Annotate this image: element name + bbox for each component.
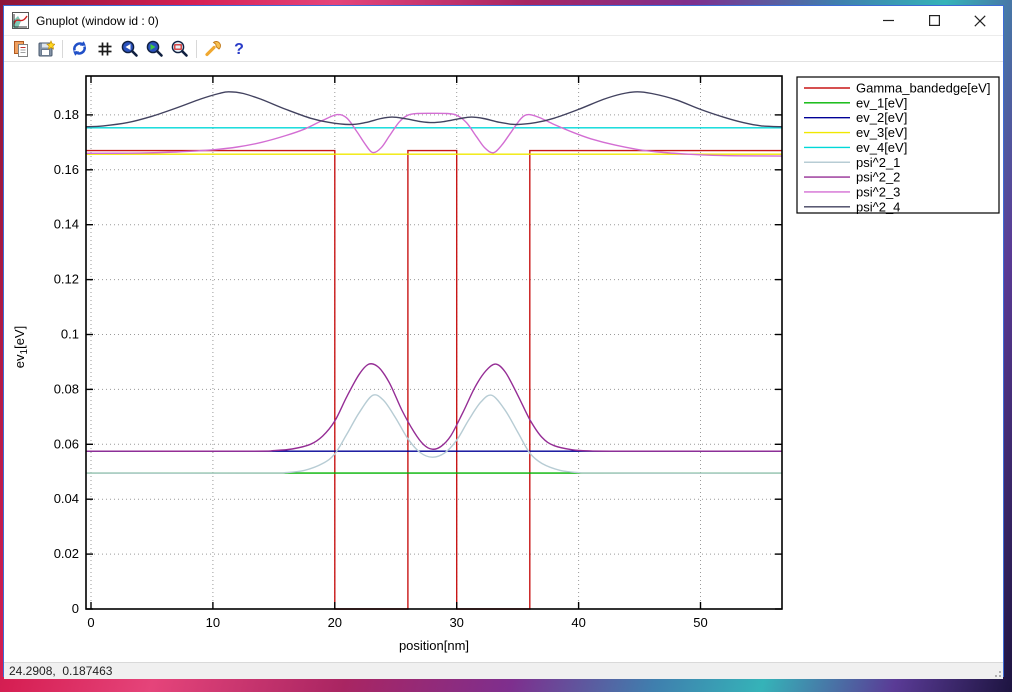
series-psi^2_1 <box>86 395 782 473</box>
zoom-next-button[interactable] <box>143 37 166 60</box>
toolbar: ? <box>4 35 1003 62</box>
minimize-icon <box>883 15 894 26</box>
settings-icon <box>204 39 223 58</box>
plot-tick-labels: 0 10 20 30 40 50 0 0.02 0.04 0.06 0.08 0.1 0.12 0.14 0… <box>54 107 708 630</box>
replot-button[interactable] <box>68 37 91 60</box>
help-icon: ? <box>230 40 248 58</box>
legend-label-Gamma_bandedge: Gamma_bandedge[eV] <box>856 81 990 96</box>
y-tick-label: 0.14 <box>54 217 79 232</box>
legend-label-ev_3: ev_3[eV] <box>856 125 907 140</box>
legend-label-psi^2_3: psi^2_3 <box>856 184 900 199</box>
x-tick-label: 10 <box>206 615 220 630</box>
toolbar-separator <box>62 40 63 58</box>
plot-gridlines <box>86 76 782 609</box>
zoom-previous-icon <box>120 39 139 58</box>
zoom-previous-button[interactable] <box>118 37 141 60</box>
toolbar-separator <box>196 40 197 58</box>
x-tick-label: 30 <box>449 615 463 630</box>
close-button[interactable] <box>957 6 1003 35</box>
resize-grip[interactable] <box>991 667 1001 677</box>
legend-label-psi^2_2: psi^2_2 <box>856 170 900 185</box>
gnuplot-window: Gnuplot (window id : 0) <box>3 5 1004 677</box>
save-button[interactable] <box>34 37 57 60</box>
close-icon <box>974 15 986 27</box>
legend-label-psi^2_1: psi^2_1 <box>856 155 900 170</box>
unzoom-button[interactable] <box>168 37 191 60</box>
statusbar: 24.2908, 0.187463 <box>4 662 1003 679</box>
save-icon <box>37 40 55 58</box>
copy-button[interactable] <box>9 37 32 60</box>
mouse-coordinates: 24.2908, 0.187463 <box>9 664 112 678</box>
svg-text:?: ? <box>234 41 244 58</box>
legend: Gamma_bandedge[eV]ev_1[eV]ev_2[eV]ev_3[e… <box>797 77 999 214</box>
plot-frame <box>86 76 782 609</box>
legend-label-ev_1: ev_1[eV] <box>856 95 907 110</box>
y-tick-label: 0.1 <box>61 327 79 342</box>
x-axis-label: position[nm] <box>399 638 469 653</box>
y-tick-label: 0.04 <box>54 491 79 506</box>
replot-icon <box>70 39 89 58</box>
series-psi^2_4 <box>86 92 782 127</box>
x-tick-label: 0 <box>87 615 94 630</box>
y-tick-label: 0.02 <box>54 546 79 561</box>
y-tick-label: 0 <box>72 601 79 616</box>
plot-canvas[interactable]: 0 10 20 30 40 50 0 0.02 0.04 0.06 0.08 0.1 0.12 0.14 0… <box>4 62 1003 662</box>
copy-icon <box>12 40 30 58</box>
help-button[interactable]: ? <box>227 37 250 60</box>
series-Gamma_bandedge <box>86 151 782 609</box>
x-tick-label: 40 <box>571 615 585 630</box>
legend-label-psi^2_4: psi^2_4 <box>856 199 900 214</box>
grid-icon <box>96 40 114 58</box>
titlebar[interactable]: Gnuplot (window id : 0) <box>4 6 1003 35</box>
x-tick-label: 20 <box>328 615 342 630</box>
series-psi^2_3 <box>86 113 782 156</box>
legend-label-ev_2: ev_2[eV] <box>856 110 907 125</box>
y-tick-label: 0.12 <box>54 272 79 287</box>
maximize-button[interactable] <box>911 6 957 35</box>
y-tick-label: 0.08 <box>54 381 79 396</box>
window-title: Gnuplot (window id : 0) <box>36 14 159 28</box>
grid-button[interactable] <box>93 37 116 60</box>
unzoom-icon <box>170 39 189 58</box>
y-tick-label: 0.18 <box>54 107 79 122</box>
zoom-next-icon <box>145 39 164 58</box>
y-tick-label: 0.16 <box>54 162 79 177</box>
legend-label-ev_4: ev_4[eV] <box>856 140 907 155</box>
maximize-icon <box>929 15 940 26</box>
minimize-button[interactable] <box>865 6 911 35</box>
y-axis-label: ev1[eV] <box>12 326 30 368</box>
y-tick-label: 0.06 <box>54 436 79 451</box>
gnuplot-app-icon <box>12 12 29 29</box>
series-psi^2_2 <box>86 364 782 452</box>
settings-button[interactable] <box>202 37 225 60</box>
x-tick-label: 50 <box>693 615 707 630</box>
